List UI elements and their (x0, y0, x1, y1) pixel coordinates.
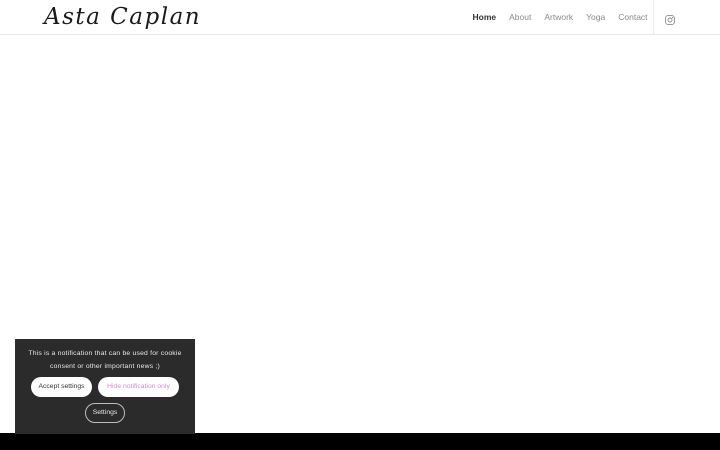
cookie-notice: This is a notification that can be used … (15, 339, 195, 434)
main-nav: Home About Artwork Yoga Contact (466, 0, 654, 35)
nav-divider (653, 0, 654, 35)
settings-button[interactable]: Settings (85, 403, 125, 423)
hide-notification-button[interactable]: Hide notification only (98, 377, 179, 397)
instagram-icon[interactable] (665, 12, 675, 25)
footer-bar (0, 433, 720, 450)
nav-item-contact[interactable]: Contact (612, 0, 654, 35)
nav-item-home[interactable]: Home (466, 0, 503, 35)
nav-item-about[interactable]: About (503, 0, 538, 35)
nav-item-artwork[interactable]: Artwork (538, 0, 580, 35)
accept-settings-button[interactable]: Accept settings (31, 377, 92, 397)
nav-item-yoga[interactable]: Yoga (580, 0, 612, 35)
cookie-message: This is a notification that can be used … (28, 350, 182, 370)
site-header: Asta Caplan Home About Artwork Yoga Cont… (0, 0, 720, 35)
site-logo[interactable]: Asta Caplan (44, 3, 201, 31)
